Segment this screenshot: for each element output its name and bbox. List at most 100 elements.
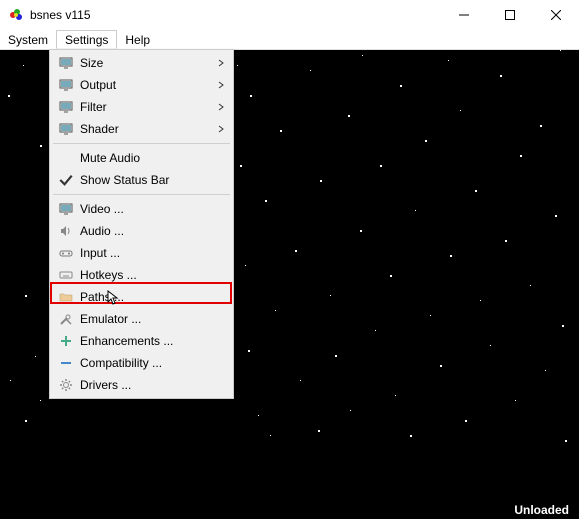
menu-show-status-bar[interactable]: Show Status Bar [52, 169, 231, 191]
star [35, 356, 36, 357]
menu-shader[interactable]: Shader [52, 118, 231, 140]
speaker-icon [56, 223, 76, 239]
star [425, 140, 427, 142]
menu-label: Shader [80, 122, 211, 136]
star [348, 115, 350, 117]
star [415, 210, 416, 211]
star [250, 95, 252, 97]
close-button[interactable] [533, 0, 579, 30]
star [25, 420, 27, 422]
menu-label: Input ... [80, 246, 211, 260]
tools-icon [56, 311, 76, 327]
star [400, 85, 402, 87]
star [23, 65, 24, 66]
star [240, 165, 242, 167]
star [475, 190, 477, 192]
star [245, 265, 246, 266]
chevron-right-icon [217, 103, 225, 111]
star [360, 230, 362, 232]
star [545, 370, 546, 371]
menu-label: Audio ... [80, 224, 211, 238]
star [310, 70, 311, 71]
menu-label: Video ... [80, 202, 211, 216]
star [300, 380, 301, 381]
plus-icon [56, 333, 76, 349]
star [275, 310, 276, 311]
chevron-right-icon [217, 125, 225, 133]
separator [53, 194, 230, 195]
menu-hotkeys[interactable]: Hotkeys ... [52, 264, 231, 286]
menu-bar: System Settings Help [0, 30, 579, 50]
menu-label: Output [80, 78, 211, 92]
menu-label: Compatibility ... [80, 356, 211, 370]
app-icon [8, 7, 24, 23]
menu-enhancements[interactable]: Enhancements ... [52, 330, 231, 352]
star [40, 400, 41, 401]
menu-system[interactable]: System [0, 30, 56, 49]
status-text: Unloaded [514, 503, 569, 517]
title-bar: bsnes v115 [0, 0, 579, 30]
star [295, 250, 297, 252]
monitor-icon [56, 201, 76, 217]
star [8, 95, 10, 97]
menu-label: Filter [80, 100, 211, 114]
star [448, 60, 449, 61]
star [480, 300, 481, 301]
star [450, 255, 452, 257]
star [410, 435, 412, 437]
star [490, 345, 491, 346]
star [280, 130, 282, 132]
menu-mute-audio[interactable]: Mute Audio [52, 147, 231, 169]
star [530, 285, 531, 286]
star [270, 435, 271, 436]
monitor-icon [56, 99, 76, 115]
menu-audio[interactable]: Audio ... [52, 220, 231, 242]
maximize-button[interactable] [487, 0, 533, 30]
menu-output[interactable]: Output [52, 74, 231, 96]
star [390, 275, 392, 277]
menu-filter[interactable]: Filter [52, 96, 231, 118]
window-title: bsnes v115 [30, 8, 441, 22]
star [515, 400, 516, 401]
star [265, 200, 267, 202]
minus-icon [56, 355, 76, 371]
star [375, 330, 376, 331]
monitor-icon [56, 55, 76, 71]
star [258, 415, 259, 416]
check-icon [56, 170, 76, 190]
chevron-right-icon [217, 59, 225, 67]
star [350, 410, 351, 411]
star [335, 355, 337, 357]
window-controls [441, 0, 579, 30]
star [10, 380, 11, 381]
star [440, 365, 442, 367]
menu-paths[interactable]: Paths ... [52, 286, 231, 308]
star [540, 125, 542, 127]
star [460, 110, 461, 111]
menu-label: Paths ... [80, 290, 211, 304]
menu-settings[interactable]: Settings [56, 30, 117, 49]
menu-help[interactable]: Help [117, 30, 158, 49]
status-bar: Unloaded [0, 500, 579, 519]
menu-label: Hotkeys ... [80, 268, 211, 282]
menu-compatibility[interactable]: Compatibility ... [52, 352, 231, 374]
chevron-right-icon [217, 81, 225, 89]
menu-label: Show Status Bar [80, 173, 211, 187]
star [25, 295, 27, 297]
menu-size[interactable]: Size [52, 52, 231, 74]
star [248, 350, 250, 352]
star [465, 420, 467, 422]
menu-video[interactable]: Video ... [52, 198, 231, 220]
star [565, 440, 567, 442]
star [330, 295, 331, 296]
star [500, 75, 502, 77]
folder-icon [56, 289, 76, 305]
menu-emulator[interactable]: Emulator ... [52, 308, 231, 330]
menu-drivers[interactable]: Drivers ... [52, 374, 231, 396]
menu-label: Drivers ... [80, 378, 211, 392]
minimize-button[interactable] [441, 0, 487, 30]
star [320, 180, 322, 182]
star [555, 215, 557, 217]
star [318, 430, 320, 432]
menu-input[interactable]: Input ... [52, 242, 231, 264]
